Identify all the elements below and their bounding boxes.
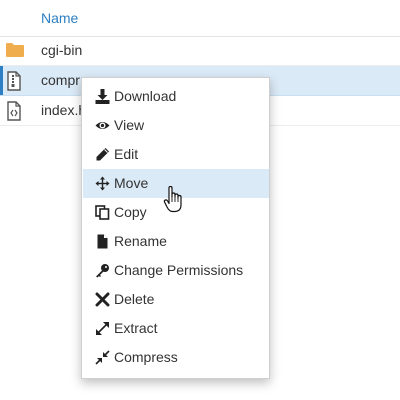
eye-icon: [95, 118, 110, 133]
menu-item-label: Delete: [114, 291, 155, 307]
compress-icon: [95, 350, 110, 365]
move-arrows-icon: [95, 176, 110, 191]
menu-item-rename[interactable]: Rename: [83, 227, 269, 256]
file-name: index.h: [41, 102, 87, 118]
selection-marker: [0, 66, 3, 95]
menu-item-label: Copy: [114, 204, 147, 220]
pencil-icon: [95, 147, 110, 162]
archive-file-icon: [5, 71, 23, 96]
menu-item-label: View: [114, 117, 145, 133]
menu-item-extract[interactable]: Extract: [83, 314, 269, 343]
hand-cursor-icon: [163, 185, 185, 219]
context-menu: Download View Edit Move Copy Rename Chan…: [81, 77, 270, 379]
x-icon: [95, 292, 110, 307]
menu-item-label: Edit: [114, 146, 139, 162]
menu-item-label: Extract: [114, 320, 158, 336]
file-name: cgi-bin: [41, 42, 83, 58]
menu-item-label: Rename: [114, 233, 167, 249]
menu-item-view[interactable]: View: [83, 111, 269, 140]
menu-item-change-permissions[interactable]: Change Permissions: [83, 256, 269, 285]
file-row-cgi-bin[interactable]: cgi-bin: [0, 36, 400, 66]
key-icon: [95, 263, 110, 278]
file-name: compr: [41, 72, 80, 88]
menu-item-download[interactable]: Download: [83, 82, 269, 111]
code-file-icon: [5, 101, 23, 126]
menu-item-delete[interactable]: Delete: [83, 285, 269, 314]
menu-item-label: Download: [114, 88, 177, 104]
menu-item-label: Change Permissions: [114, 262, 244, 278]
menu-item-label: Compress: [114, 349, 178, 365]
expand-icon: [95, 321, 110, 336]
name-column-header[interactable]: Name: [41, 10, 78, 26]
menu-item-compress[interactable]: Compress: [83, 343, 269, 372]
menu-item-edit[interactable]: Edit: [83, 140, 269, 169]
file-icon: [95, 234, 110, 249]
folder-icon: [5, 41, 25, 64]
copy-icon: [95, 205, 110, 220]
menu-item-label: Move: [114, 175, 149, 191]
download-icon: [95, 89, 110, 104]
file-list-header: Name: [0, 0, 400, 37]
